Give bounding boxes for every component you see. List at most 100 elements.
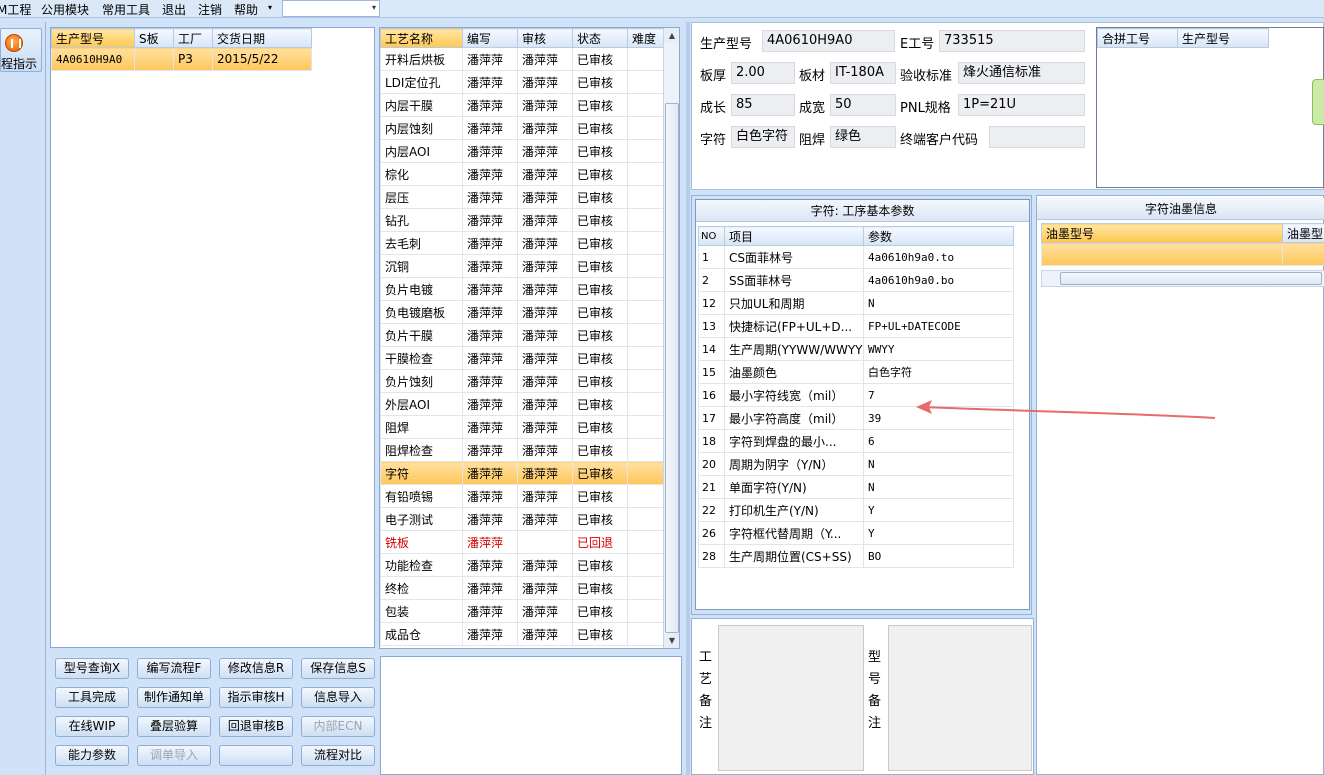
action-button[interactable]: 修改信息R [219,658,293,679]
menu-common-tools[interactable]: 常用工具 [102,1,150,18]
table-row[interactable]: 内层干膜 潘萍萍 潘萍萍 已审核 [380,93,664,117]
table-row[interactable]: 1 CS面菲林号 4a0610h9a0.to [698,245,1014,269]
col-header[interactable]: NO [698,226,725,246]
process-note-textarea[interactable] [718,625,864,771]
accept-standard-field[interactable]: 烽火通信标准 [958,62,1085,84]
table-row[interactable] [1041,242,1324,266]
table-row[interactable]: 负片电镀 潘萍萍 潘萍萍 已审核 [380,277,664,301]
table-row[interactable]: 电子测试 潘萍萍 潘萍萍 已审核 [380,507,664,531]
table-row[interactable]: 终检 潘萍萍 潘萍萍 已审核 [380,576,664,600]
table-row[interactable]: LDI定位孔 潘萍萍 潘萍萍 已审核 [380,70,664,94]
table-row[interactable]: 20 周期为阴字（Y/N） N [698,452,1014,476]
table-row[interactable]: 13 快捷标记(FP+UL+D... FP+UL+DATECODE [698,314,1014,338]
action-button[interactable]: 回退审核B [219,716,293,737]
action-button[interactable]: 指示审核H [219,687,293,708]
table-row[interactable]: 功能检查 潘萍萍 潘萍萍 已审核 [380,553,664,577]
table-row[interactable]: 层压 潘萍萍 潘萍萍 已审核 [380,185,664,209]
table-row[interactable]: 沉铜 潘萍萍 潘萍萍 已审核 [380,254,664,278]
action-button[interactable] [219,745,293,766]
col-header[interactable]: 审核 [517,28,573,48]
width-field[interactable]: 50 [830,94,896,116]
action-button[interactable]: 叠层验算 [137,716,211,737]
process-scrollbar[interactable]: ▲ ▼ [663,28,679,648]
menu-combo[interactable]: ▾ [282,0,380,17]
scroll-down-icon[interactable]: ▼ [664,633,679,648]
col-header[interactable]: 项目 [724,226,864,246]
col-header[interactable]: 交货日期 [212,28,312,48]
action-button[interactable]: 内部ECN [301,716,375,737]
table-row[interactable]: 28 生产周期位置(CS+SS) BO [698,544,1014,568]
scroll-thumb[interactable] [665,103,679,633]
action-button[interactable]: 流程对比 [301,745,375,766]
model-note-textarea[interactable] [888,625,1032,771]
menu-public-module[interactable]: 公用模块 [41,1,89,18]
menu-project[interactable]: M工程 [0,1,31,18]
action-button[interactable]: 型号查询X [55,658,129,679]
col-header[interactable]: 油墨型 [1282,223,1324,243]
table-row[interactable]: 阻焊检查 潘萍萍 潘萍萍 已审核 [380,438,664,462]
table-row[interactable]: 18 字符到焊盘的最小... 6 [698,429,1014,453]
help-dropdown-icon[interactable]: ▾ [268,3,272,12]
action-button[interactable]: 工具完成 [55,687,129,708]
scroll-thumb[interactable] [1060,272,1322,285]
table-row[interactable]: 2 SS面菲林号 4a0610h9a0.bo [698,268,1014,292]
table-row[interactable]: 4A0610H9A0 P3 2015/5/22 [51,47,312,71]
side-tab[interactable] [1312,79,1324,125]
table-row[interactable]: 去毛刺 潘萍萍 潘萍萍 已审核 [380,231,664,255]
table-row[interactable]: 铣板 潘萍萍 已回退 [380,530,664,554]
col-header[interactable]: 难度 [627,28,664,48]
col-header[interactable]: S板 [134,28,174,48]
action-button[interactable]: 制作通知单 [137,687,211,708]
mask-field[interactable]: 绿色 [830,126,896,148]
col-header[interactable]: 参数 [863,226,1014,246]
action-button[interactable]: 调单导入 [137,745,211,766]
action-button[interactable]: 在线WIP [55,716,129,737]
table-row[interactable]: 22 打印机生产(Y/N) Y [698,498,1014,522]
customer-code-field[interactable] [989,126,1085,148]
action-button[interactable]: 编写流程F [137,658,211,679]
ink-hscrollbar[interactable] [1041,270,1324,287]
char-field[interactable]: 白色字符 [731,126,795,148]
table-row[interactable]: 负片蚀刻 潘萍萍 潘萍萍 已审核 [380,369,664,393]
table-row[interactable]: 成品仓 潘萍萍 潘萍萍 已审核 [380,622,664,646]
table-row[interactable]: 内层AOI 潘萍萍 潘萍萍 已审核 [380,139,664,163]
material-field[interactable]: IT-180A [830,62,896,84]
menu-exit[interactable]: 退出 [162,1,186,18]
table-row[interactable]: 外层AOI 潘萍萍 潘萍萍 已审核 [380,392,664,416]
pnl-field[interactable]: 1P=21U [958,94,1085,116]
table-row[interactable]: 15 油墨颜色 白色字符 [698,360,1014,384]
table-row[interactable]: 阻焊 潘萍萍 潘萍萍 已审核 [380,415,664,439]
table-row[interactable]: 包装 潘萍萍 潘萍萍 已审核 [380,599,664,623]
table-row[interactable]: 内层蚀刻 潘萍萍 潘萍萍 已审核 [380,116,664,140]
table-row[interactable]: 棕化 潘萍萍 潘萍萍 已审核 [380,162,664,186]
length-field[interactable]: 85 [731,94,795,116]
table-row[interactable]: 26 字符框代替周期（Y... Y [698,521,1014,545]
menu-help[interactable]: 帮助 [234,1,258,18]
action-button[interactable]: 保存信息S [301,658,375,679]
model-field[interactable]: 4A0610H9A0 [762,30,895,52]
thickness-field[interactable]: 2.00 [731,62,795,84]
col-header[interactable]: 工厂 [173,28,213,48]
action-button[interactable]: 信息导入 [301,687,375,708]
table-row[interactable]: 开料后烘板 潘萍萍 潘萍萍 已审核 [380,47,664,71]
eno-field[interactable]: 733515 [939,30,1085,52]
table-row[interactable]: 12 只加UL和周期 N [698,291,1014,315]
col-header[interactable]: 合拼工号 [1097,28,1178,48]
table-row[interactable]: 干膜检查 潘萍萍 潘萍萍 已审核 [380,346,664,370]
table-row[interactable]: 钻孔 潘萍萍 潘萍萍 已审核 [380,208,664,232]
table-row[interactable]: 负片干膜 潘萍萍 潘萍萍 已审核 [380,323,664,347]
table-row[interactable]: 字符 潘萍萍 潘萍萍 已审核 [380,461,664,485]
table-row[interactable]: 负电镀磨板 潘萍萍 潘萍萍 已审核 [380,300,664,324]
col-header[interactable]: 生产型号 [51,28,135,48]
table-row[interactable]: 14 生产周期(YYWW/WWYY) WWYY [698,337,1014,361]
col-header[interactable]: 工艺名称 [380,28,463,48]
col-header[interactable]: 油墨型号 [1041,223,1283,243]
scroll-up-icon[interactable]: ▲ [664,28,679,43]
process-instruction-button[interactable]: 程指示 [0,28,42,72]
col-header[interactable]: 编写 [462,28,518,48]
col-header[interactable]: 生产型号 [1177,28,1269,48]
menu-logout[interactable]: 注销 [198,1,222,18]
action-button[interactable]: 能力参数 [55,745,129,766]
table-row[interactable]: 21 单面字符(Y/N) N [698,475,1014,499]
table-row[interactable]: 有铅喷锡 潘萍萍 潘萍萍 已审核 [380,484,664,508]
